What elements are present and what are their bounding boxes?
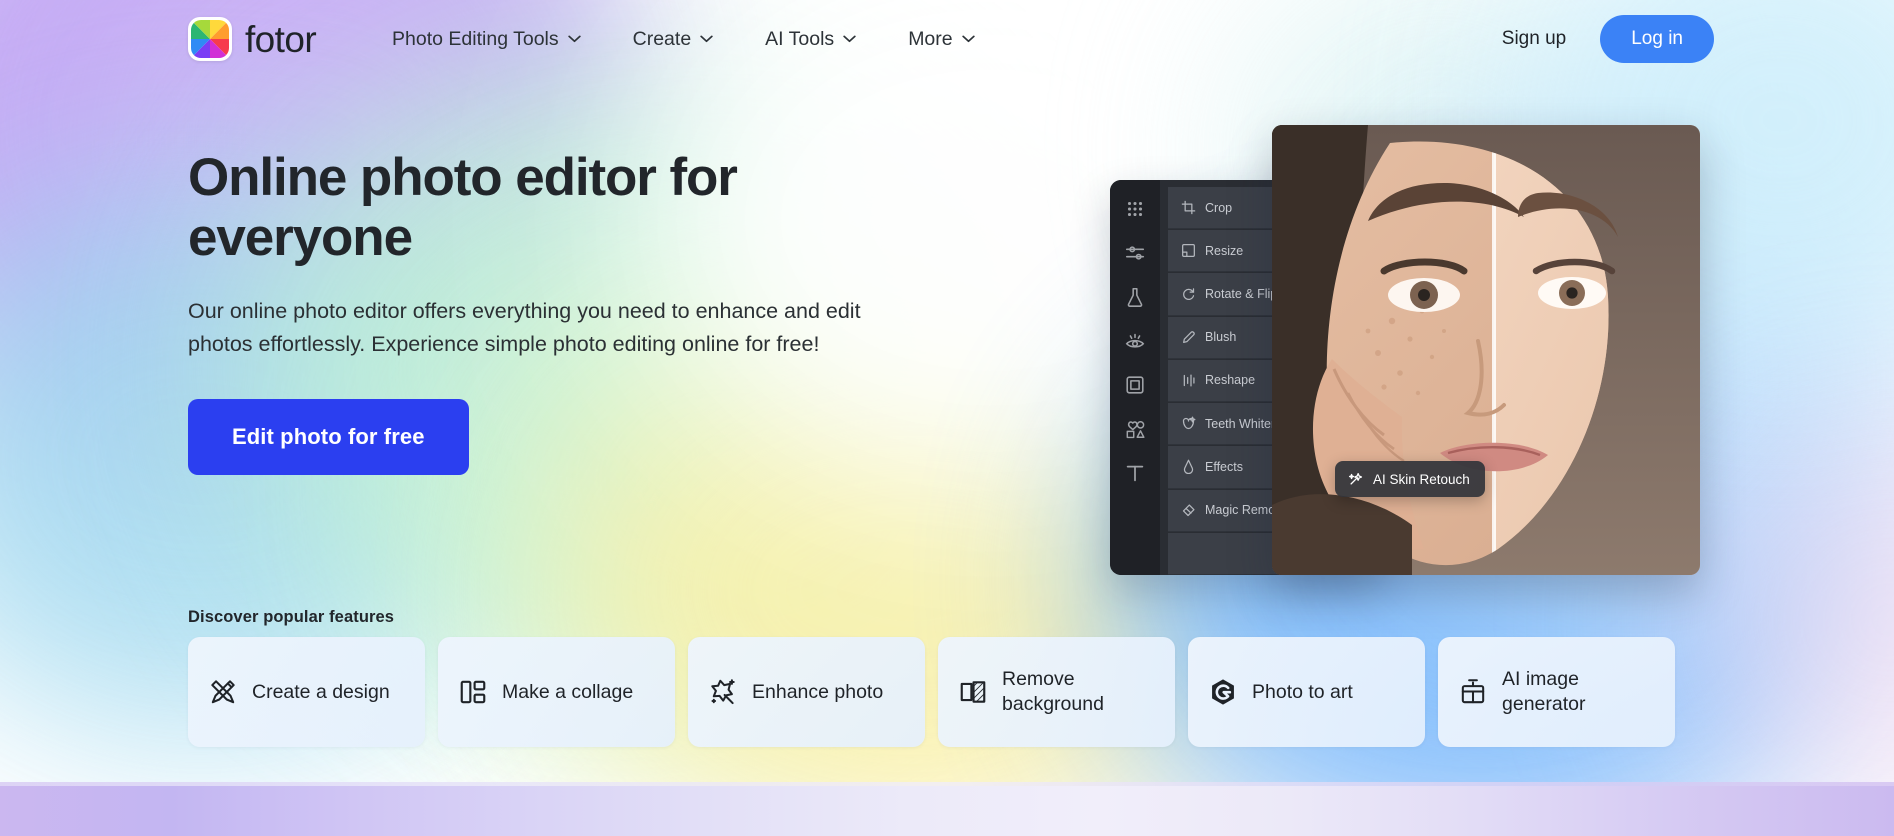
chevron-down-icon	[700, 35, 713, 43]
tool-label: Crop	[1205, 200, 1233, 215]
tool-label: Rotate & Flip	[1205, 287, 1278, 302]
nav-label: Photo Editing Tools	[392, 27, 559, 50]
signup-link[interactable]: Sign up	[1502, 28, 1566, 50]
pencil-ruler-icon	[211, 680, 235, 704]
edit-photo-for-free-button[interactable]: Edit photo for free	[188, 399, 469, 476]
ai-generator-icon	[1461, 679, 1485, 704]
nav-label: AI Tools	[765, 27, 835, 50]
teeth-whitening-icon	[1182, 416, 1196, 430]
main-navigation: Photo Editing Tools Create AI Tools More	[366, 18, 1001, 61]
nav-label: More	[908, 27, 953, 50]
feature-card-photo-to-art[interactable]: Photo to art	[1188, 637, 1425, 747]
bottom-band	[0, 786, 1894, 836]
adjust-sliders-icon[interactable]	[1124, 242, 1146, 264]
collage-grid-icon	[460, 680, 486, 704]
magic-sparkle-icon	[711, 679, 735, 705]
chevron-down-icon	[567, 35, 581, 43]
tool-label: Resize	[1205, 243, 1244, 258]
auth-actions: Sign up Log in	[1502, 15, 1714, 63]
feature-card-remove-background[interactable]: Remove background	[938, 637, 1175, 747]
feature-card-row: Create a design Make a collage Enhance p…	[188, 637, 1675, 747]
feature-card-ai-image-generator[interactable]: AI image generator	[1438, 637, 1675, 747]
chevron-down-icon	[961, 35, 975, 43]
reshape-icon	[1183, 374, 1195, 387]
skin-retouch-icon	[1348, 473, 1363, 485]
rotate-icon	[1183, 287, 1195, 300]
page-title: Online photo editor for everyone	[188, 148, 738, 268]
feature-card-label: AI image generator	[1502, 668, 1586, 715]
portrait-before-after-image	[1272, 125, 1700, 575]
remove-background-icon	[960, 681, 986, 703]
brand-logo[interactable]: fotor	[188, 17, 317, 61]
shapes-icon[interactable]	[1124, 418, 1146, 440]
blush-brush-icon	[1183, 331, 1195, 343]
feature-card-label: Remove background	[1002, 668, 1104, 715]
nav-item-photo-editing-tools[interactable]: Photo Editing Tools	[366, 18, 607, 61]
magic-remove-icon	[1182, 504, 1195, 516]
photo-preview	[1272, 125, 1700, 575]
ai-skin-retouch-badge[interactable]: AI Skin Retouch	[1335, 461, 1485, 497]
feature-card-label: Photo to art	[1252, 680, 1353, 703]
hexagon-art-icon	[1212, 679, 1234, 705]
editor-tool-rail	[1110, 180, 1160, 575]
flask-icon[interactable]	[1124, 286, 1146, 308]
frame-icon[interactable]	[1124, 374, 1146, 396]
hero-section: Online photo editor for everyone Our onl…	[188, 148, 908, 476]
effects-icon	[1183, 460, 1194, 475]
crop-icon	[1181, 200, 1196, 215]
chevron-down-icon	[843, 35, 856, 43]
feature-card-label: Enhance photo	[752, 680, 884, 703]
feature-card-label: Create a design	[252, 680, 390, 703]
tool-label: Blush	[1205, 330, 1237, 345]
discover-popular-features-label: Discover popular features	[188, 608, 395, 626]
login-button[interactable]: Log in	[1600, 15, 1714, 63]
tool-label: Effects	[1205, 459, 1243, 474]
nav-label: Create	[632, 27, 692, 50]
text-icon[interactable]	[1124, 462, 1146, 484]
hero-subtitle: Our online photo editor offers everythin…	[188, 298, 861, 357]
nav-item-more[interactable]: More	[882, 18, 1000, 61]
tool-label: Reshape	[1205, 373, 1256, 388]
ai-skin-retouch-label: AI Skin Retouch	[1373, 471, 1470, 487]
site-header: fotor Photo Editing Tools Create AI Tool…	[0, 0, 1894, 78]
fotor-color-wheel-logo-icon	[188, 17, 232, 61]
grid-dots-icon[interactable]	[1124, 198, 1146, 220]
eye-retouch-icon[interactable]	[1124, 330, 1146, 352]
feature-card-label: Make a collage	[502, 680, 634, 703]
nav-item-ai-tools[interactable]: AI Tools	[739, 18, 882, 61]
brand-name: fotor	[245, 18, 317, 60]
resize-icon	[1182, 244, 1195, 258]
feature-card-enhance-photo[interactable]: Enhance photo	[688, 637, 925, 747]
editor-preview-mock: Crop Resize Rotate & Flip Blush Reshape …	[1110, 125, 1700, 575]
feature-card-create-a-design[interactable]: Create a design	[188, 637, 425, 747]
feature-card-make-a-collage[interactable]: Make a collage	[438, 637, 675, 747]
nav-item-create[interactable]: Create	[607, 18, 740, 61]
